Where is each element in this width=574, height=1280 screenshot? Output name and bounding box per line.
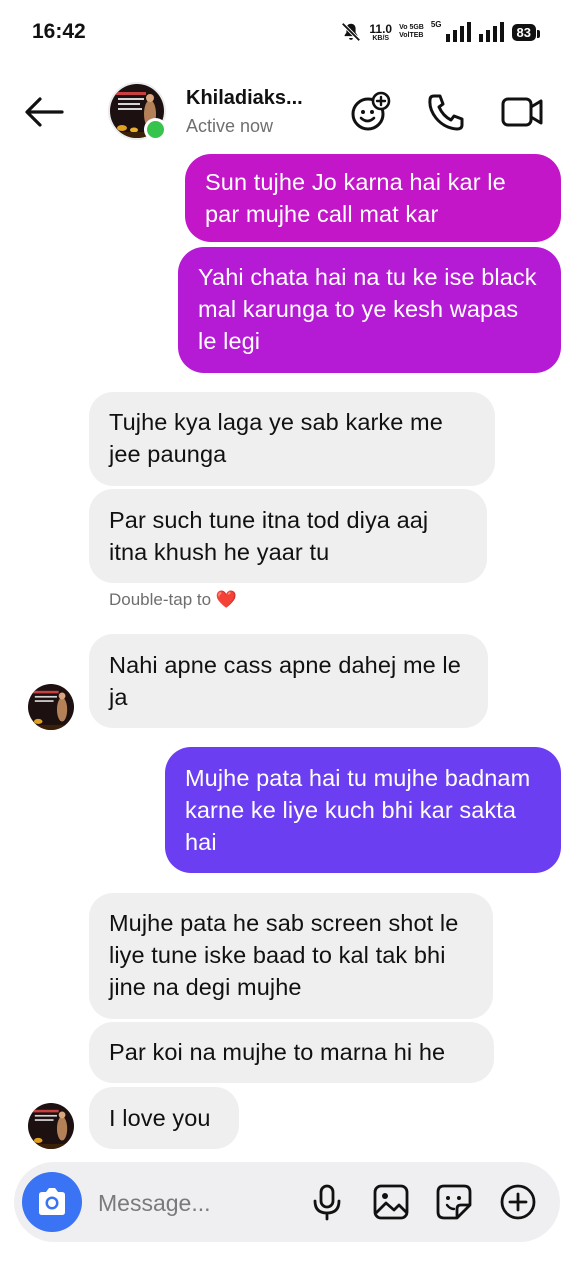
message-input[interactable] [96, 1184, 280, 1222]
status-indicators: 11.0 KB/S Vo 5GB VolTEB 5G 83 [340, 18, 541, 46]
active-status: Active now [186, 116, 274, 136]
camera-icon [39, 1188, 65, 1215]
avatar-image [28, 1103, 74, 1149]
plus-icon[interactable] [499, 1183, 537, 1221]
chat-screen: 16:42 11.0 KB/S Vo 5GB VolTEB 5G 83 Khil… [0, 0, 574, 1280]
received-message[interactable]: Par koi na mujhe to marna hi he [89, 1022, 494, 1083]
received-message[interactable]: I love you [89, 1087, 239, 1149]
received-message[interactable]: Mujhe pata he sab screen shot le liye tu… [89, 893, 493, 1019]
avatar-image [28, 684, 74, 730]
gallery-icon[interactable] [372, 1183, 410, 1221]
sent-message[interactable]: Yahi chata hai na tu ke ise black mal ka… [178, 247, 561, 373]
video-camera-icon[interactable] [500, 90, 544, 134]
reaction-hint: Double-tap to ❤️ [109, 590, 237, 609]
sticker-icon[interactable] [435, 1183, 473, 1221]
sent-message[interactable]: Sun tujhe Jo karna hai kar le par mujhe … [185, 154, 561, 242]
5g-label: 5G [430, 20, 442, 29]
status-time: 16:42 [32, 20, 86, 43]
message-composer [14, 1162, 560, 1242]
add-effects-icon[interactable] [348, 90, 392, 134]
sent-message[interactable]: Mujhe pata hai tu mujhe badnam karne ke … [165, 747, 561, 873]
received-message[interactable]: Nahi apne cass apne dahej me le ja [89, 634, 488, 728]
online-status-dot [144, 118, 167, 141]
contact-name[interactable]: Khiladiaks... [186, 87, 303, 110]
network-speed: 11.0 KB/S [369, 21, 393, 42]
back-arrow-icon[interactable] [22, 90, 66, 134]
volte-indicator: Vo 5GB VolTEB [399, 24, 424, 39]
status-bar: 16:42 11.0 KB/S Vo 5GB VolTEB 5G 83 [0, 0, 574, 64]
heart-icon: ❤️ [215, 590, 237, 609]
received-message[interactable]: Par such tune itna tod diya aaj itna khu… [89, 489, 487, 583]
sender-avatar[interactable] [28, 1103, 74, 1149]
signal-bars-icon [445, 22, 471, 42]
chat-header: Khiladiaks... Active now [0, 70, 574, 154]
phone-icon[interactable] [424, 90, 468, 134]
signal-bars-2-icon [478, 22, 504, 42]
received-message[interactable]: Tujhe kya laga ye sab karke me jee paung… [89, 392, 495, 486]
mute-bell-icon [341, 22, 361, 42]
battery-indicator: 83 [511, 23, 541, 41]
camera-button[interactable] [22, 1172, 82, 1232]
microphone-icon[interactable] [308, 1183, 346, 1221]
sender-avatar[interactable] [28, 684, 74, 730]
